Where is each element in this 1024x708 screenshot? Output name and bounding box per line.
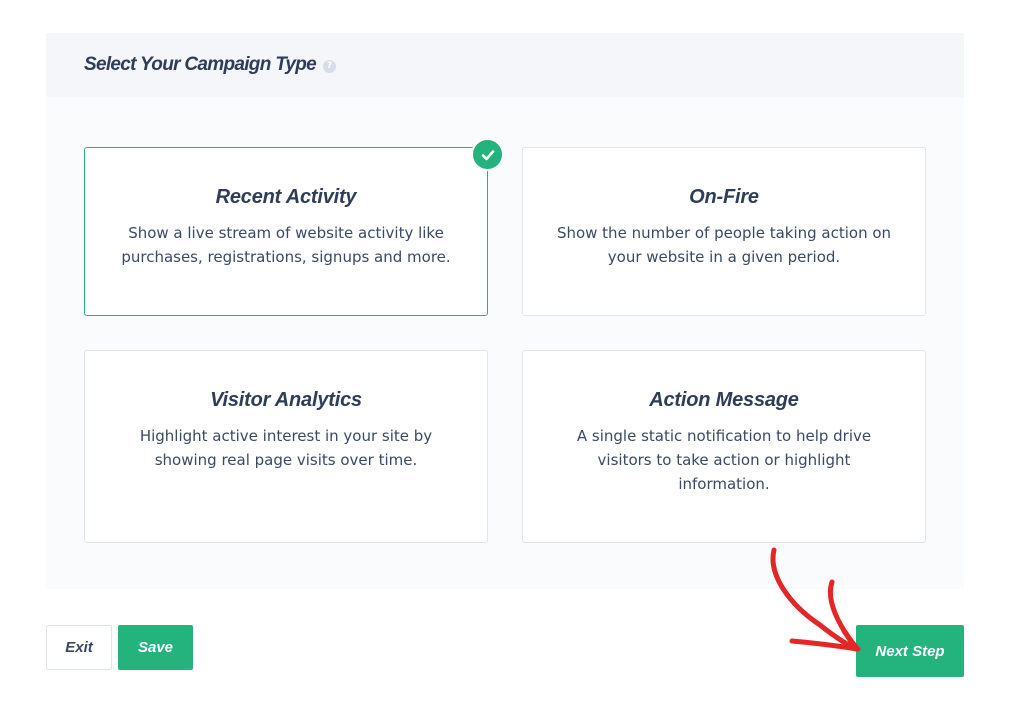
check-icon: [471, 138, 504, 171]
card-description: Show the number of people taking action …: [556, 224, 892, 266]
card-title: On-Fire: [689, 186, 759, 208]
panel-header: Select Your Campaign Type ?: [46, 33, 964, 97]
campaign-card-recent-activity[interactable]: Recent Activity Show a live stream of we…: [84, 138, 504, 316]
question-mark-icon[interactable]: ?: [323, 59, 337, 73]
card-description: Show a live stream of website activity l…: [121, 224, 451, 266]
card-title: Recent Activity: [215, 186, 357, 208]
card-title: Action Message: [649, 389, 799, 411]
panel-title: Select Your Campaign Type: [84, 54, 317, 75]
card-description: Highlight active interest in your site b…: [139, 427, 433, 469]
campaign-card-on-fire[interactable]: On-Fire Show the number of people taking…: [522, 147, 926, 316]
campaign-card-visitor-analytics[interactable]: Visitor Analytics Highlight active inter…: [84, 350, 488, 543]
campaign-card-action-message[interactable]: Action Message A single static notificat…: [522, 350, 926, 543]
next-step-button[interactable]: Next Step: [856, 625, 964, 677]
card-title: Visitor Analytics: [210, 389, 362, 411]
exit-button[interactable]: Exit: [46, 625, 112, 670]
card-description: A single static notification to help dri…: [576, 427, 872, 493]
save-button[interactable]: Save: [118, 625, 193, 670]
